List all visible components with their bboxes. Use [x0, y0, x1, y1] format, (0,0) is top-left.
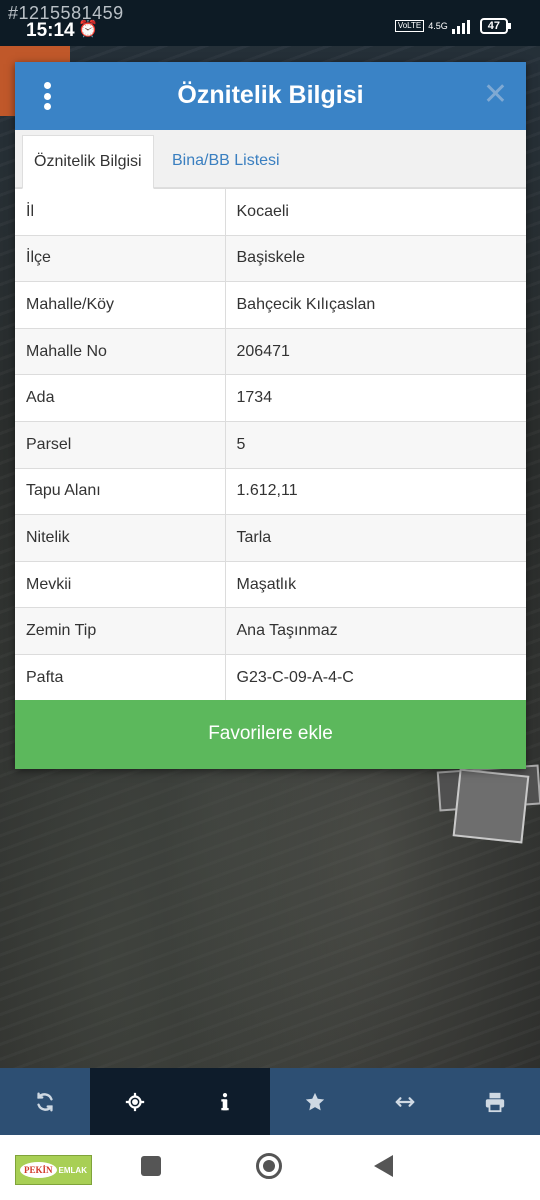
measure-icon	[395, 1096, 415, 1107]
attribute-info-dialog: Öznitelik Bilgisi ✕ Öznitelik Bilgisi Bi…	[15, 62, 526, 769]
attribute-value: Tarla	[225, 514, 526, 562]
table-row: Parsel 5	[15, 420, 526, 469]
attribute-value: Maşatlık	[225, 560, 526, 608]
battery-indicator: 47	[479, 18, 512, 34]
locate-button[interactable]	[90, 1068, 180, 1135]
add-to-favorites-button[interactable]: Favorilere ekle	[15, 700, 526, 769]
print-button[interactable]	[450, 1068, 540, 1135]
table-row: Mahalle No 206471	[15, 327, 526, 375]
print-icon	[485, 1092, 505, 1112]
attribute-key: Ada	[15, 374, 226, 422]
info-button[interactable]	[180, 1068, 270, 1135]
map-building-roof	[452, 768, 530, 844]
attribute-key: Tapu Alanı	[15, 467, 226, 515]
attribute-value: 1.612,11	[225, 467, 526, 515]
table-row: Zemin Tip Ana Taşınmaz	[15, 607, 526, 655]
network-type: 4.5G	[428, 20, 448, 31]
status-notification-icons: ⏰	[78, 19, 98, 39]
table-row: Mevkii Maşatlık	[15, 560, 526, 608]
status-clock: 15:14	[26, 20, 75, 41]
attribute-value: Kocaeli	[225, 188, 526, 236]
attribute-key: Mevkii	[15, 560, 226, 608]
attribute-value: 1734	[225, 374, 526, 422]
attribute-key: İl	[15, 188, 226, 236]
attribute-value: Ana Taşınmaz	[225, 607, 526, 655]
volte-icon: VoLTE	[394, 20, 425, 32]
pekin-emlak-logo: PEKİN EMLAK	[15, 1155, 92, 1185]
locate-icon	[125, 1092, 145, 1111]
attribute-key: Zemin Tip	[15, 607, 226, 655]
close-button[interactable]: ✕	[483, 80, 508, 110]
attribute-value: Başiskele	[225, 234, 526, 282]
signal-icon	[451, 18, 470, 34]
alarm-icon: ⏰	[78, 21, 98, 38]
attribute-key: Mahalle/Köy	[15, 281, 226, 329]
map-toolbar	[0, 1068, 540, 1135]
attribute-key: Pafta	[15, 653, 226, 702]
tab-attribute-info[interactable]: Öznitelik Bilgisi	[22, 135, 154, 189]
measure-button[interactable]	[360, 1068, 450, 1135]
attribute-table: İl Kocaeli İlçe Başiskele Mahalle/Köy Bahçeci…	[15, 188, 526, 702]
recent-apps-button[interactable]	[141, 1156, 161, 1176]
back-button[interactable]	[374, 1155, 393, 1177]
favorites-button[interactable]	[270, 1068, 360, 1135]
table-row: Mahalle/Köy Bahçecik Kılıçaslan	[15, 281, 526, 329]
info-icon	[221, 1092, 229, 1110]
status-bar: #1215581459 15:14 ⏰ VoLTE 4.5G 47	[0, 0, 540, 46]
attribute-key: Parsel	[15, 420, 226, 469]
table-row: Ada 1734	[15, 374, 526, 422]
tab-building-list[interactable]: Bina/BB Listesi	[161, 135, 291, 189]
table-row: Tapu Alanı 1.612,11	[15, 467, 526, 515]
dialog-header: Öznitelik Bilgisi ✕	[15, 62, 526, 130]
logo-sub: EMLAK	[58, 1165, 87, 1175]
dialog-tabs: Öznitelik Bilgisi Bina/BB Listesi	[15, 130, 526, 189]
home-button[interactable]	[256, 1153, 282, 1179]
refresh-button[interactable]	[0, 1068, 90, 1135]
attribute-value: Bahçecik Kılıçaslan	[225, 281, 526, 329]
logo-name: PEKİN	[20, 1162, 57, 1178]
table-row: Nitelik Tarla	[15, 514, 526, 562]
attribute-key: Mahalle No	[15, 327, 226, 375]
attribute-value: 206471	[225, 327, 526, 375]
attribute-value: 5	[225, 420, 526, 469]
table-row: İlçe Başiskele	[15, 234, 526, 282]
status-right-icons: VoLTE 4.5G 47	[394, 18, 512, 34]
table-row: İl Kocaeli	[15, 188, 526, 236]
attribute-key: İlçe	[15, 234, 226, 282]
attribute-value: G23-C-09-A-4-C	[225, 653, 526, 702]
refresh-icon	[37, 1092, 53, 1111]
table-row: Pafta G23-C-09-A-4-C	[15, 653, 526, 702]
attribute-key: Nitelik	[15, 514, 226, 562]
android-navigation-bar: PEKİN EMLAK	[0, 1135, 540, 1200]
dialog-title: Öznitelik Bilgisi	[177, 81, 364, 109]
home-icon	[263, 1160, 275, 1172]
star-icon	[305, 1092, 325, 1110]
